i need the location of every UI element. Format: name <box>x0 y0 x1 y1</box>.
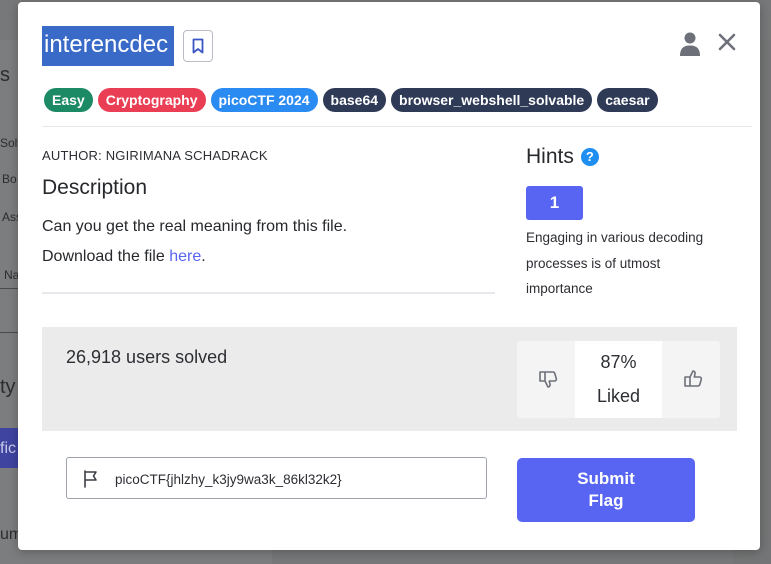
liked-percent: 87% <box>600 352 637 372</box>
question-icon[interactable]: ? <box>580 148 599 166</box>
hint-text: Engaging in various decoding processes i… <box>526 230 704 296</box>
background-divider <box>0 288 18 289</box>
background-text: ty <box>0 376 16 398</box>
description-text: Can you get the real meaning from this f… <box>42 218 348 235</box>
title-row: interencdec <box>42 26 213 66</box>
thumbs-up-icon[interactable] <box>683 369 703 389</box>
background-text: fic <box>0 440 16 457</box>
challenge-modal: interencdec Easy Cryptography picoCTF 20… <box>18 2 760 550</box>
description-heading: Description <box>42 176 148 199</box>
download-line: Download the file here. <box>42 248 206 266</box>
hints-heading: Hints <box>526 145 574 168</box>
background-text: s <box>0 64 10 86</box>
vote-group: 87% Liked <box>517 341 720 418</box>
tag-browser-webshell: browser_webshell_solvable <box>391 88 593 112</box>
flag-icon <box>84 470 97 488</box>
tag-list: Easy Cryptography picoCTF 2024 base64 br… <box>44 88 658 112</box>
submit-flag-button[interactable]: Submit Flag <box>517 458 695 522</box>
solved-count: 26,918 users solved <box>66 347 228 367</box>
author: AUTHOR: NGIRIMANA SCHADRACK <box>42 148 268 163</box>
download-suffix: . <box>201 248 206 265</box>
tag-caesar: caesar <box>597 88 658 112</box>
flag-field[interactable] <box>66 457 487 499</box>
stats-panel: 26,918 users solved 87% Liked <box>42 327 737 431</box>
download-link[interactable]: here <box>169 248 201 265</box>
hints-header: Hints ? <box>526 145 599 169</box>
download-prefix: Download the file <box>42 248 170 265</box>
bookmark-button[interactable] <box>183 30 213 62</box>
bookmark-icon <box>192 38 204 54</box>
hint-1-button[interactable]: 1 <box>526 186 583 220</box>
tag-difficulty: Easy <box>44 88 93 112</box>
flag-input[interactable] <box>115 469 475 489</box>
user-icon[interactable] <box>678 31 702 57</box>
background-divider <box>0 332 18 333</box>
liked-stat: 87% Liked <box>575 341 662 418</box>
background-text: Bo <box>2 172 17 186</box>
thumbs-down-icon[interactable] <box>538 369 558 389</box>
tag-base64: base64 <box>322 88 387 112</box>
close-icon[interactable] <box>716 31 738 53</box>
description-divider <box>42 292 495 294</box>
liked-label: Liked <box>596 386 641 406</box>
challenge-title: interencdec <box>42 26 174 66</box>
header-divider <box>42 126 752 127</box>
tag-event: picoCTF 2024 <box>210 88 318 112</box>
tag-category: Cryptography <box>97 88 206 112</box>
